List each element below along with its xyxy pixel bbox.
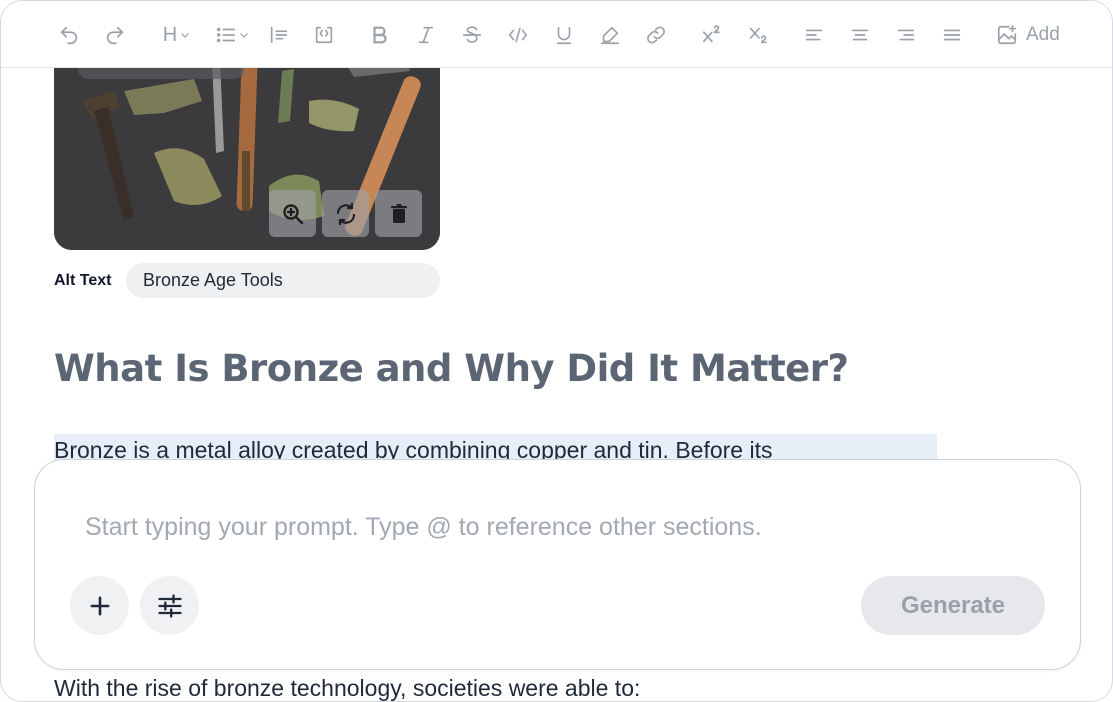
bold-button[interactable]: [368, 20, 392, 50]
prompt-input[interactable]: Start typing your prompt. Type @ to refe…: [85, 513, 762, 542]
strikethrough-button[interactable]: [460, 20, 484, 50]
section-heading[interactable]: What Is Bronze and Why Did It Matter?: [54, 347, 849, 390]
highlight-button[interactable]: [598, 20, 622, 50]
add-image-button[interactable]: Add: [996, 20, 1068, 50]
bold-icon: [373, 26, 387, 44]
generate-button[interactable]: Generate: [861, 576, 1045, 635]
align-left-icon: [805, 29, 823, 41]
add-attachment-button[interactable]: [70, 576, 129, 635]
alt-text-label: Alt Text: [54, 271, 112, 289]
blockquote-button[interactable]: [267, 20, 291, 50]
alt-text-row: Alt Text Bronze Age Tools: [54, 263, 440, 298]
italic-icon: [418, 26, 434, 44]
undo-icon: [60, 26, 78, 45]
align-right-button[interactable]: [894, 20, 918, 50]
subscript-button[interactable]: [746, 20, 772, 50]
superscript-icon: [702, 25, 720, 43]
delete-icon: [390, 203, 407, 223]
ai-prompt-box[interactable]: Start typing your prompt. Type @ to refe…: [34, 459, 1081, 670]
sliders-icon: [157, 593, 182, 618]
link-button[interactable]: [644, 20, 668, 50]
delete-image-button[interactable]: [375, 190, 422, 237]
list-icon: [216, 27, 235, 43]
underline-icon: [556, 26, 572, 45]
strikethrough-icon: [462, 26, 482, 43]
zoom-in-icon: [282, 203, 303, 224]
align-center-button[interactable]: [848, 20, 872, 50]
redo-icon: [106, 26, 124, 45]
code-icon: [508, 27, 528, 43]
chevron-down-icon: [239, 33, 248, 38]
link-icon: [647, 26, 665, 44]
list-dropdown[interactable]: [214, 20, 250, 50]
plus-icon: [90, 596, 109, 615]
image-actions: [269, 190, 422, 237]
redo-button[interactable]: [102, 20, 128, 50]
heading-icon: H: [162, 23, 178, 46]
highlight-icon: [600, 26, 620, 45]
settings-sliders-button[interactable]: [140, 576, 199, 635]
align-justify-button[interactable]: [940, 20, 964, 50]
add-image-icon: [997, 25, 1017, 45]
underline-button[interactable]: [552, 20, 576, 50]
align-center-icon: [851, 29, 869, 41]
subscript-icon: [749, 27, 767, 44]
replace-image-button[interactable]: [322, 190, 369, 237]
align-left-button[interactable]: [802, 20, 826, 50]
code-block-icon: [315, 26, 333, 44]
alt-text-input[interactable]: Bronze Age Tools: [126, 263, 440, 298]
italic-button[interactable]: [414, 20, 438, 50]
superscript-button[interactable]: [699, 20, 725, 50]
heading-dropdown[interactable]: H: [159, 20, 195, 50]
code-block-button[interactable]: [312, 20, 336, 50]
editor-window: H Add Alt Text Bronze Age Tools What Is …: [0, 0, 1113, 702]
undo-button[interactable]: [56, 20, 82, 50]
blockquote-icon: [270, 26, 288, 44]
align-justify-icon: [943, 29, 961, 41]
inline-code-button[interactable]: [506, 20, 530, 50]
image-block[interactable]: [54, 41, 440, 250]
zoom-in-button[interactable]: [269, 190, 316, 237]
add-label: Add: [1026, 24, 1060, 45]
next-paragraph-text[interactable]: With the rise of bronze technology, soci…: [54, 675, 640, 701]
replace-icon: [336, 202, 355, 225]
editor-toolbar: H Add: [1, 1, 1112, 68]
chevron-down-icon: [181, 33, 190, 38]
align-right-icon: [897, 29, 915, 41]
